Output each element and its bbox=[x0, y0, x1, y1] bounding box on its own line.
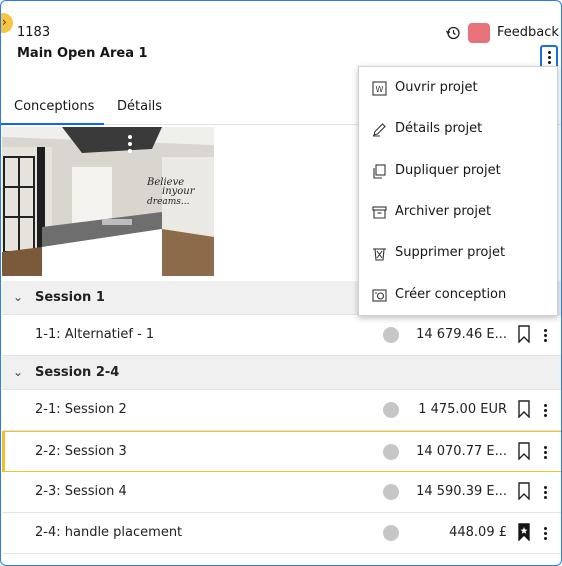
project-name: Main Open Area 1 bbox=[17, 46, 148, 61]
bookmark-filled-icon[interactable] bbox=[517, 523, 531, 541]
archive-icon bbox=[372, 206, 387, 219]
design-price: 448.09 £ bbox=[449, 525, 507, 540]
svg-text:inyour: inyour bbox=[162, 186, 196, 197]
menu-item-open-project[interactable]: W Ouvrir projet bbox=[359, 68, 557, 108]
design-row[interactable]: 1-1: Alternatief - 1 14 679.46 E... bbox=[2, 315, 561, 356]
bookmark-icon[interactable] bbox=[517, 325, 531, 343]
row-menu-button[interactable] bbox=[540, 327, 550, 343]
chevron-down-icon: ⌄ bbox=[13, 290, 24, 304]
menu-item-project-details[interactable]: Détails projet bbox=[359, 109, 557, 149]
design-price: 14 679.46 E... bbox=[416, 327, 507, 342]
kitchen-render-image: Believe inyour dreams... bbox=[2, 127, 214, 276]
design-label: 2-4: handle placement bbox=[35, 525, 183, 540]
design-row[interactable]: 2-3: Session 4 14 590.39 E... bbox=[2, 472, 561, 513]
chevron-right-icon: › bbox=[2, 15, 7, 29]
row-menu-button[interactable] bbox=[540, 444, 550, 460]
svg-text:W: W bbox=[376, 85, 384, 94]
history-icon[interactable] bbox=[445, 25, 461, 41]
pencil-icon bbox=[373, 123, 386, 137]
row-menu-button[interactable] bbox=[540, 402, 550, 418]
menu-item-duplicate-project[interactable]: Dupliquer projet bbox=[359, 151, 557, 191]
project-id: 1183 bbox=[17, 25, 51, 40]
menu-item-delete-project[interactable]: Supprimer projet bbox=[359, 233, 557, 273]
bookmark-icon[interactable] bbox=[517, 482, 531, 500]
menu-item-archive-project[interactable]: Archiver projet bbox=[359, 192, 557, 232]
design-price: 14 070.77 E... bbox=[416, 444, 507, 459]
project-overflow-menu: W Ouvrir projet Détails projet Dupliquer… bbox=[358, 66, 558, 316]
design-price: 1 475.00 EUR bbox=[418, 402, 507, 417]
color-swatch[interactable] bbox=[468, 23, 490, 43]
session-header[interactable]: ⌄ Session 2-4 bbox=[2, 356, 561, 390]
design-row-selected[interactable]: 2-2: Session 3 14 070.77 E... bbox=[2, 431, 561, 472]
session-label: Session 2-4 bbox=[35, 365, 120, 380]
bookmark-icon[interactable] bbox=[517, 442, 531, 460]
design-label: 2-1: Session 2 bbox=[35, 402, 127, 417]
bookmark-icon[interactable] bbox=[517, 400, 531, 418]
more-options-icon bbox=[547, 50, 551, 54]
design-list: ⌄ Session 1 1-1: Alternatief - 1 14 679.… bbox=[2, 281, 561, 554]
svg-text:dreams...: dreams... bbox=[147, 197, 190, 207]
duplicate-icon bbox=[373, 164, 386, 179]
design-label: 1-1: Alternatief - 1 bbox=[35, 327, 155, 342]
create-design-icon bbox=[372, 289, 387, 302]
trash-icon bbox=[373, 248, 386, 261]
design-label: 2-3: Session 4 bbox=[35, 484, 127, 499]
expand-panel-button[interactable]: › bbox=[1, 13, 13, 33]
menu-item-create-design[interactable]: Créer conception bbox=[359, 275, 557, 315]
design-label: 2-2: Session 3 bbox=[35, 444, 127, 459]
tab-conceptions[interactable]: Conceptions bbox=[1, 99, 105, 125]
chevron-down-icon: ⌄ bbox=[13, 365, 24, 379]
open-word-icon: W bbox=[372, 81, 387, 96]
design-row[interactable]: 2-4: handle placement 448.09 £ bbox=[2, 513, 561, 554]
row-menu-button[interactable] bbox=[540, 484, 550, 500]
design-thumbnail[interactable]: Believe inyour dreams... bbox=[2, 127, 214, 276]
feedback-link[interactable]: Feedback bbox=[497, 25, 559, 40]
project-panel: › 1183 Main Open Area 1 Feedback Concept… bbox=[0, 0, 562, 566]
row-menu-button[interactable] bbox=[540, 525, 550, 541]
design-price: 14 590.39 E... bbox=[416, 484, 507, 499]
design-row[interactable]: 2-1: Session 2 1 475.00 EUR bbox=[2, 390, 561, 431]
session-label: Session 1 bbox=[35, 290, 105, 305]
tab-details[interactable]: Détails bbox=[117, 99, 162, 114]
